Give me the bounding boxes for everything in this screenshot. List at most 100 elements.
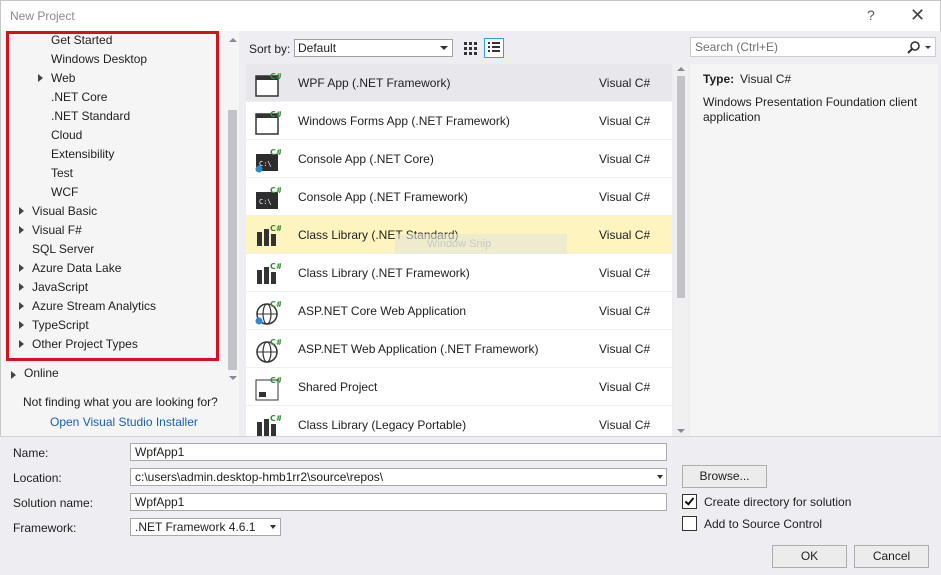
source-control-checkbox[interactable] — [682, 516, 697, 531]
tree-item[interactable]: WCF — [51, 184, 78, 203]
chevron-down-icon[interactable] — [657, 475, 663, 479]
expand-caret-icon[interactable] — [19, 226, 24, 234]
close-button[interactable]: ✕ — [910, 5, 925, 26]
template-description: Windows Presentation Foundation client a… — [703, 95, 918, 124]
tree-item[interactable]: Extensibility — [51, 146, 114, 165]
expand-caret-icon[interactable] — [19, 264, 24, 272]
not-finding-text: Not finding what you are looking for? — [23, 395, 218, 409]
list-view-button[interactable] — [484, 38, 504, 58]
cancel-button[interactable]: Cancel — [854, 545, 929, 568]
scroll-up-icon[interactable] — [229, 38, 237, 42]
tree-item-label: Visual Basic — [32, 204, 98, 218]
framework-dropdown[interactable]: .NET Framework 4.6.1 — [130, 518, 281, 536]
expand-caret-icon[interactable] — [19, 283, 24, 291]
project-language: Visual C# — [599, 228, 651, 242]
project-row[interactable]: C# Shared Project Visual C# — [246, 368, 672, 406]
create-directory-checkbox[interactable] — [682, 494, 697, 509]
project-row[interactable]: C# ASP.NET Core Web Application Visual C# — [246, 292, 672, 330]
search-icon[interactable] — [907, 40, 921, 54]
browse-button[interactable]: Browse... — [682, 465, 767, 488]
tree-item-label: SQL Server — [32, 242, 95, 256]
tree-item[interactable]: SQL Server — [32, 241, 94, 260]
expand-caret-icon[interactable] — [38, 74, 43, 82]
project-language: Visual C# — [599, 418, 651, 432]
search-placeholder: Search (Ctrl+E) — [695, 40, 779, 54]
project-language: Visual C# — [599, 380, 651, 394]
scroll-down-icon[interactable] — [229, 376, 237, 380]
scroll-thumb[interactable] — [677, 76, 685, 298]
tree-item-label: Other Project Types — [32, 337, 138, 351]
location-field[interactable]: c:\users\admin.desktop-hmb1rr2\source\re… — [130, 468, 667, 486]
project-row[interactable]: C:\C# Console App (.NET Core) Visual C# — [246, 140, 672, 178]
tree-item[interactable]: Test — [51, 165, 73, 184]
tree-item[interactable]: Azure Stream Analytics — [19, 298, 156, 317]
expand-caret-icon[interactable] — [19, 340, 24, 348]
scroll-thumb[interactable] — [228, 110, 237, 370]
tree-item[interactable]: TypeScript — [19, 317, 89, 336]
location-label: Location: — [13, 471, 62, 485]
project-row[interactable]: C# Class Library (.NET Framework) Visual C… — [246, 254, 672, 292]
project-name: Console App (.NET Core) — [298, 152, 434, 166]
tree-item-label: WCF — [51, 185, 79, 199]
ok-button[interactable]: OK — [772, 545, 847, 568]
tree-scrollbar[interactable] — [227, 35, 238, 383]
help-button[interactable]: ? — [867, 7, 875, 23]
solution-name-field[interactable]: WpfApp1 — [130, 493, 667, 511]
type-label: Type: — [703, 72, 735, 86]
console-framework-icon: C:\ C# — [255, 185, 283, 211]
project-row[interactable]: C# Windows Forms App (.NET Framework) Visu… — [246, 102, 672, 140]
project-row[interactable]: C# Class Library (.NET Standard) Visual C# — [246, 216, 672, 254]
svg-text:C#: C# — [270, 110, 281, 119]
project-name: Console App (.NET Framework) — [298, 190, 468, 204]
project-language: Visual C# — [599, 152, 651, 166]
svg-text:C#: C# — [270, 338, 281, 347]
expand-caret-icon[interactable] — [19, 302, 24, 310]
tree-item-label: .NET Core — [51, 90, 108, 104]
sort-value: Default — [298, 41, 337, 55]
project-name: Class Library (.NET Standard) — [298, 228, 459, 242]
sort-dropdown[interactable]: Default — [294, 39, 453, 57]
tree-item[interactable]: Windows Desktop — [51, 51, 147, 70]
project-row[interactable]: C# Class Library (Legacy Portable) Visual … — [246, 406, 672, 436]
tree-item[interactable]: Web — [38, 70, 75, 89]
search-input[interactable]: Search (Ctrl+E) — [690, 37, 936, 57]
name-label: Name: — [13, 446, 49, 460]
project-row[interactable]: C# WPF App (.NET Framework) Visual C# — [246, 64, 672, 102]
project-row[interactable]: C:\ C# Console App (.NET Framework) Visual … — [246, 178, 672, 216]
name-field[interactable]: WpfApp1 — [130, 443, 667, 461]
tree-item[interactable]: JavaScript — [19, 279, 88, 298]
open-installer-link[interactable]: Open Visual Studio Installer — [50, 415, 198, 429]
tree-item[interactable]: Azure Data Lake — [19, 260, 121, 279]
windows-forms-icon: C# — [255, 109, 283, 135]
project-language: Visual C# — [599, 266, 651, 280]
project-template-list: C# WPF App (.NET Framework) Visual C# C# Win… — [246, 64, 672, 436]
scroll-up-icon[interactable] — [677, 67, 685, 71]
tree-item[interactable]: Cloud — [51, 127, 82, 146]
tree-item[interactable]: .NET Core — [51, 89, 107, 108]
project-name: Windows Forms App (.NET Framework) — [298, 114, 510, 128]
title-bar: New Project ? ✕ — [0, 0, 941, 31]
search-options-icon[interactable] — [925, 46, 931, 49]
list-scrollbar[interactable] — [674, 64, 688, 436]
create-directory-label[interactable]: Create directory for solution — [704, 495, 851, 509]
svg-text:C#: C# — [270, 262, 281, 271]
tree-item-online[interactable]: Online — [24, 366, 59, 380]
templates-pane: Get Started Windows Desktop Web .NET Core .N… — [0, 31, 239, 436]
svg-text:C#: C# — [270, 224, 281, 233]
details-pane: Type: Visual C# Windows Presentation Fou… — [690, 64, 938, 436]
grid-view-button[interactable] — [460, 38, 480, 58]
shared-project-icon: C# — [255, 375, 283, 401]
project-row[interactable]: C# ASP.NET Web Application (.NET Framewor… — [246, 330, 672, 368]
tree-item[interactable]: Visual F# — [19, 222, 82, 241]
scroll-down-icon[interactable] — [677, 429, 685, 433]
tree-item[interactable]: Visual Basic — [19, 203, 98, 222]
expand-caret-icon[interactable] — [19, 321, 24, 329]
tree-item[interactable]: Other Project Types — [19, 336, 138, 355]
tree-item[interactable]: .NET Standard — [51, 108, 130, 127]
chevron-down-icon — [270, 525, 276, 529]
expand-caret-icon[interactable] — [11, 371, 16, 379]
expand-caret-icon[interactable] — [19, 207, 24, 215]
source-control-label[interactable]: Add to Source Control — [704, 517, 822, 531]
tree-item[interactable]: Get Started — [51, 32, 112, 51]
project-language: Visual C# — [599, 342, 651, 356]
